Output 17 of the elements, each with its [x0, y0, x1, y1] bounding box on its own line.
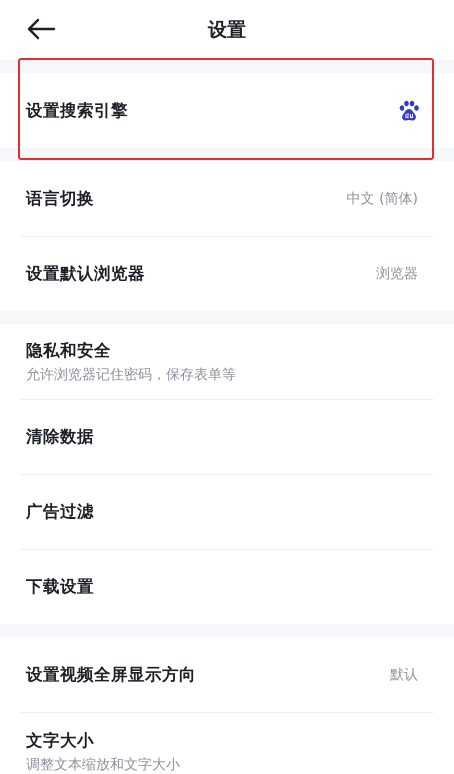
row-value: 默认: [390, 666, 418, 684]
row-title: 隐私和安全: [26, 340, 112, 362]
row-subtitle: 允许浏览器记住密码，保存表单等: [26, 366, 237, 384]
row-title: 下载设置: [26, 576, 95, 598]
row-title: 设置搜索引擎: [26, 100, 129, 122]
row-subtitle: 调整文本缩放和文字大小: [26, 756, 181, 774]
row-value: 浏览器: [376, 264, 418, 282]
row-title: 设置视频全屏显示方向: [26, 664, 197, 686]
paw-icon: [398, 100, 420, 122]
row-title: 广告过滤: [26, 500, 95, 522]
row-title: 设置默认浏览器: [26, 262, 146, 284]
row-title: 清除数据: [26, 426, 95, 448]
back-arrow-icon[interactable]: [26, 18, 56, 40]
row-title: 文字大小: [26, 730, 95, 752]
row-value: 中文 (简体): [346, 190, 418, 208]
page-title: 设置: [208, 18, 246, 43]
row-title: 语言切换: [26, 188, 95, 210]
